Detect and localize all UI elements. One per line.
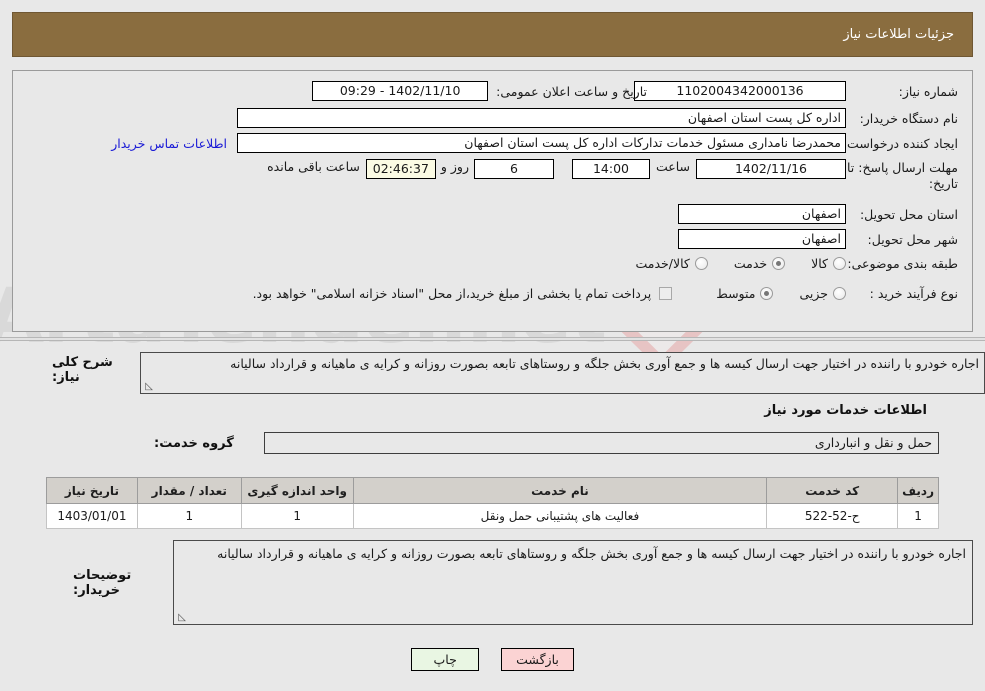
deadline-label: مهلت ارسال پاسخ: تا تاریخ:	[847, 160, 958, 191]
category-option-label: خدمت	[733, 256, 768, 271]
buyer-notes-row: اجاره خودرو با راننده در اختیار جهت ارسا…	[0, 540, 985, 625]
cell-need-date: 1403/01/01	[46, 503, 138, 529]
column-header-date: تاریخ نیاز	[46, 477, 138, 504]
category-label: طبقه بندی موضوعی:	[847, 256, 958, 271]
table-header-row: ردیف کد خدمت نام خدمت واحد اندازه گیری ت…	[46, 477, 939, 504]
resize-grip-icon[interactable]: ◺	[143, 382, 153, 392]
services-table: ردیف کد خدمت نام خدمت واحد اندازه گیری ت…	[46, 477, 939, 529]
buyer-org-value: اداره کل پست استان اصفهان	[237, 108, 846, 128]
category-option-label: کالا/خدمت	[635, 256, 690, 271]
page-title: جزئیات اطلاعات نیاز	[843, 27, 954, 42]
delivery-province-row: استان محل تحویل: اصفهان	[678, 204, 964, 224]
radio-icon[interactable]	[833, 287, 846, 300]
buyer-org-row: نام دستگاه خریدار: اداره کل پست استان اص…	[237, 108, 964, 128]
print-button[interactable]: چاپ	[411, 648, 480, 671]
radio-icon[interactable]	[772, 257, 786, 270]
need-number-label: شماره نیاز:	[898, 83, 958, 99]
purchase-process-radio-group: جزیی متوسط	[690, 286, 846, 301]
need-number-value: 1102004342000136	[634, 81, 846, 101]
radio-icon[interactable]	[694, 257, 708, 270]
column-header-row-no: ردیف	[897, 477, 939, 504]
column-header-unit: واحد اندازه گیری	[240, 477, 354, 504]
column-header-name: نام خدمت	[352, 477, 768, 504]
column-header-code: کد خدمت	[766, 477, 899, 504]
back-button[interactable]: بازگشت	[501, 648, 574, 671]
buyer-contact-link[interactable]: اطلاعات تماس خریدار	[111, 136, 237, 151]
buyer-notes-label: توضیحات خریدار:	[73, 568, 132, 598]
table-row: 1 ح-52-522 فعالیت های پشتیبانی حمل ونقل …	[46, 503, 939, 529]
delivery-city-label: شهر محل تحویل:	[867, 231, 958, 247]
buyer-org-label: نام دستگاه خریدار:	[859, 110, 958, 126]
service-group-value: حمل و نقل و انبارداری	[264, 432, 939, 454]
section-divider	[0, 337, 985, 341]
announce-datetime-row: تاریخ و ساعت اعلان عمومی: 1402/11/10 - 0…	[312, 81, 647, 101]
remaining-time-label: ساعت باقی مانده	[267, 159, 360, 174]
radio-icon[interactable]	[833, 257, 846, 270]
buyer-notes-textarea[interactable]: اجاره خودرو با راننده در اختیار جهت ارسا…	[173, 540, 973, 625]
service-group-row: حمل و نقل و انبارداری گروه خدمت:	[0, 432, 985, 454]
services-section-heading: اطلاعات خدمات مورد نیاز	[764, 403, 927, 418]
process-option-motevaset[interactable]: متوسط	[716, 286, 774, 301]
need-description-text: اجاره خودرو با راننده در اختیار جهت ارسا…	[230, 356, 979, 371]
category-row: طبقه بندی موضوعی: کالا خدمت کالا/خدمت	[609, 256, 964, 271]
column-header-quantity: تعداد / مقدار	[136, 477, 242, 504]
purchase-process-label: نوع فرآیند خرید :	[869, 286, 958, 301]
category-option-khedmat[interactable]: خدمت	[733, 256, 786, 271]
delivery-city-value: اصفهان	[678, 229, 846, 249]
resize-grip-icon[interactable]: ◺	[176, 613, 186, 623]
category-option-kala-khedmat[interactable]: کالا/خدمت	[635, 256, 708, 271]
deadline-hour-value: 14:00	[571, 159, 650, 179]
deadline-row: مهلت ارسال پاسخ: تا تاریخ: 1402/11/16 سا…	[267, 159, 964, 192]
deadline-hour-label: ساعت	[655, 159, 690, 174]
cell-code: ح-52-522	[766, 503, 899, 529]
buyer-notes-text: اجاره خودرو با راننده در اختیار جهت ارسا…	[217, 546, 966, 561]
cell-quantity: 1	[136, 503, 242, 529]
category-option-kala[interactable]: کالا	[811, 256, 846, 271]
cell-unit: 1	[240, 503, 354, 529]
page-header: جزئیات اطلاعات نیاز	[12, 12, 973, 57]
process-option-label: متوسط	[716, 286, 756, 301]
requester-label: ایجاد کننده درخواست:	[842, 135, 958, 151]
need-description-textarea[interactable]: اجاره خودرو با راننده در اختیار جهت ارسا…	[140, 352, 985, 394]
radio-icon[interactable]	[760, 287, 774, 300]
category-option-label: کالا	[811, 256, 828, 271]
delivery-province-value: اصفهان	[678, 204, 846, 224]
process-option-label: جزیی	[799, 286, 828, 301]
need-description-label: شرح کلی نیاز:	[52, 355, 113, 385]
treasury-checkbox[interactable]	[659, 287, 673, 300]
need-number-row: شماره نیاز: 1102004342000136	[634, 81, 964, 101]
footer-button-bar: بازگشت چاپ	[0, 648, 985, 671]
delivery-province-label: استان محل تحویل:	[859, 206, 958, 222]
remaining-time-value: 02:46:37	[365, 159, 436, 179]
page-root: ArtaTender.net جزئیات اطلاعات نیاز شماره…	[0, 0, 985, 691]
remaining-days-label: روز و	[440, 159, 469, 174]
announce-datetime-label: تاریخ و ساعت اعلان عمومی:	[496, 83, 647, 99]
delivery-city-row: شهر محل تحویل: اصفهان	[678, 229, 964, 249]
process-option-jozii[interactable]: جزیی	[799, 286, 846, 301]
purchase-process-row: نوع فرآیند خرید : جزیی متوسط پرداخت تمام…	[253, 286, 964, 301]
requester-row: ایجاد کننده درخواست: محمدرضا نامداری مسئ…	[111, 133, 964, 153]
category-radio-group: کالا خدمت کالا/خدمت	[609, 256, 846, 271]
cell-row-no: 1	[897, 503, 939, 529]
need-description-row: اجاره خودرو با راننده در اختیار جهت ارسا…	[0, 352, 985, 394]
cell-name: فعالیت های پشتیبانی حمل ونقل	[352, 503, 768, 529]
deadline-date-value: 1402/11/16	[696, 159, 846, 179]
service-group-label: گروه خدمت:	[154, 435, 234, 451]
need-info-panel: شماره نیاز: 1102004342000136 تاریخ و ساع…	[12, 70, 973, 332]
remaining-days-value: 6	[473, 159, 554, 179]
treasury-note: پرداخت تمام یا بخشی از مبلغ خرید،از محل …	[252, 286, 652, 301]
requester-value: محمدرضا نامداری مسئول خدمات تدارکات ادار…	[237, 133, 846, 153]
announce-datetime-value: 1402/11/10 - 09:29	[312, 81, 489, 101]
